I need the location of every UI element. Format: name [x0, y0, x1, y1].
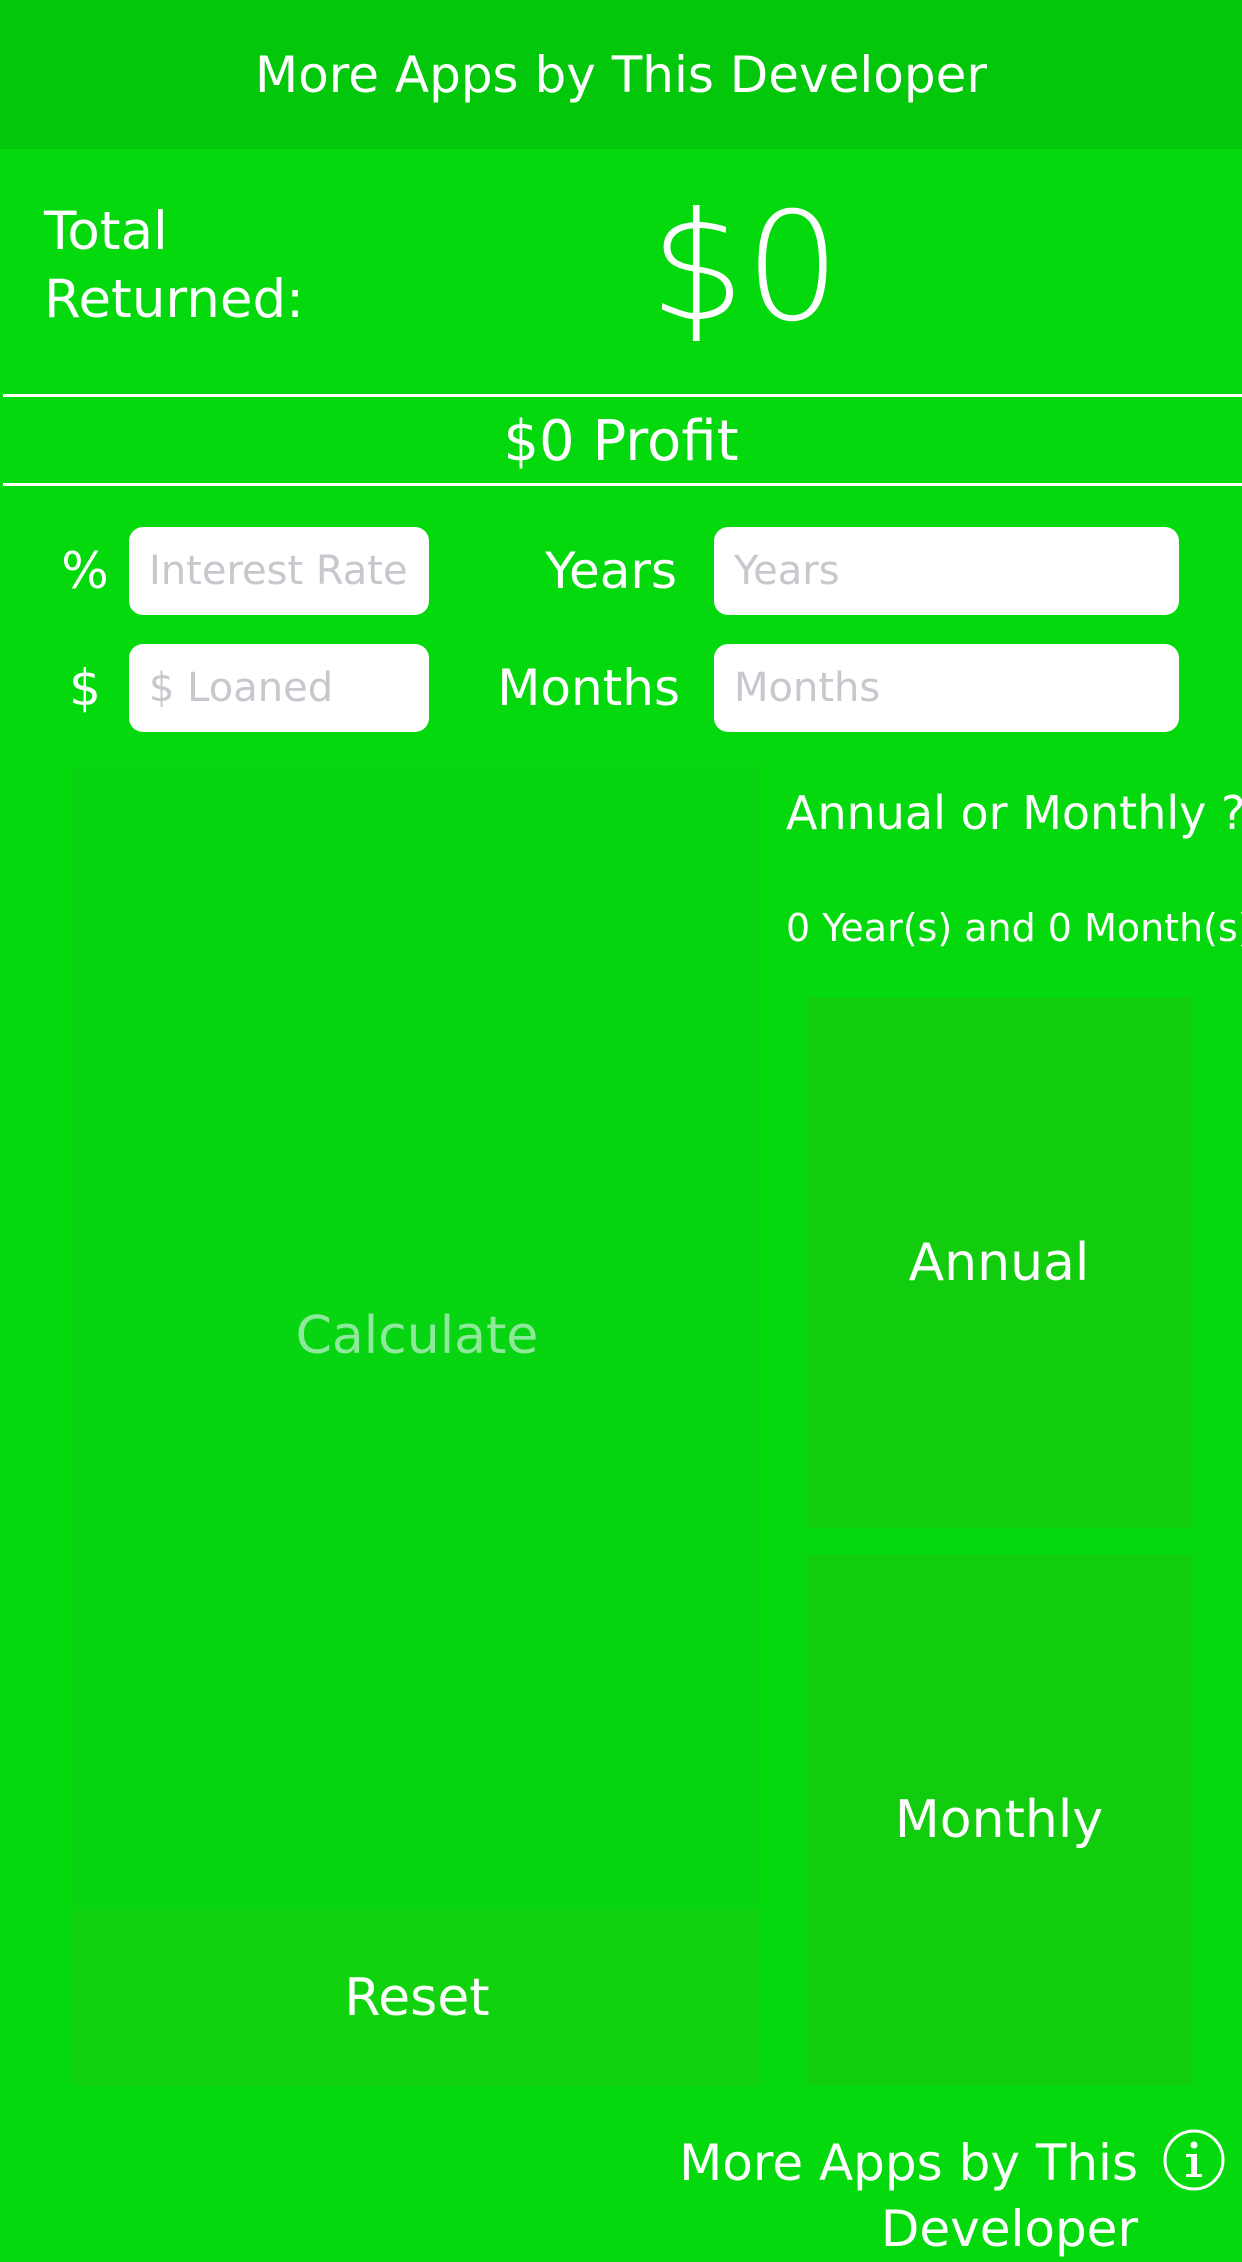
more-apps-banner-button[interactable]: More Apps by This Developer	[0, 0, 1242, 149]
months-label: Months	[497, 659, 680, 717]
years-input[interactable]	[714, 527, 1179, 615]
percent-unit-label: %	[61, 542, 109, 600]
months-input[interactable]	[714, 644, 1179, 732]
divider-bottom	[3, 483, 1242, 486]
annual-button[interactable]: Annual	[807, 998, 1191, 1528]
loaned-amount-input[interactable]	[129, 644, 429, 732]
dollar-unit-label: $	[69, 659, 101, 717]
duration-summary: 0 Year(s) and 0 Month(s)	[786, 906, 1242, 950]
info-circle-icon[interactable]	[1162, 2128, 1226, 2192]
divider-top	[3, 394, 1242, 397]
total-returned-label: Total Returned:	[44, 201, 304, 330]
annual-button-label: Annual	[908, 1233, 1090, 1293]
monthly-button[interactable]: Monthly	[807, 1555, 1191, 2085]
calculate-button[interactable]: Calculate	[72, 762, 762, 1910]
compounding-question: Annual or Monthly ?	[786, 786, 1242, 840]
monthly-button-label: Monthly	[894, 1790, 1104, 1850]
more-apps-banner-label: More Apps by This Developer	[255, 45, 987, 104]
years-label: Years	[545, 542, 677, 600]
calculate-button-label: Calculate	[295, 1306, 539, 1366]
profit-value: $0 Profit	[503, 408, 739, 474]
reset-button[interactable]: Reset	[72, 1910, 762, 2086]
interest-rate-input[interactable]	[129, 527, 429, 615]
more-apps-footer-label: More Apps by This Developer	[679, 2134, 1138, 2258]
total-returned-value: $0	[649, 181, 841, 355]
more-apps-footer-link[interactable]: More Apps by This Developer	[430, 2130, 1138, 2258]
reset-button-label: Reset	[344, 1968, 490, 2028]
